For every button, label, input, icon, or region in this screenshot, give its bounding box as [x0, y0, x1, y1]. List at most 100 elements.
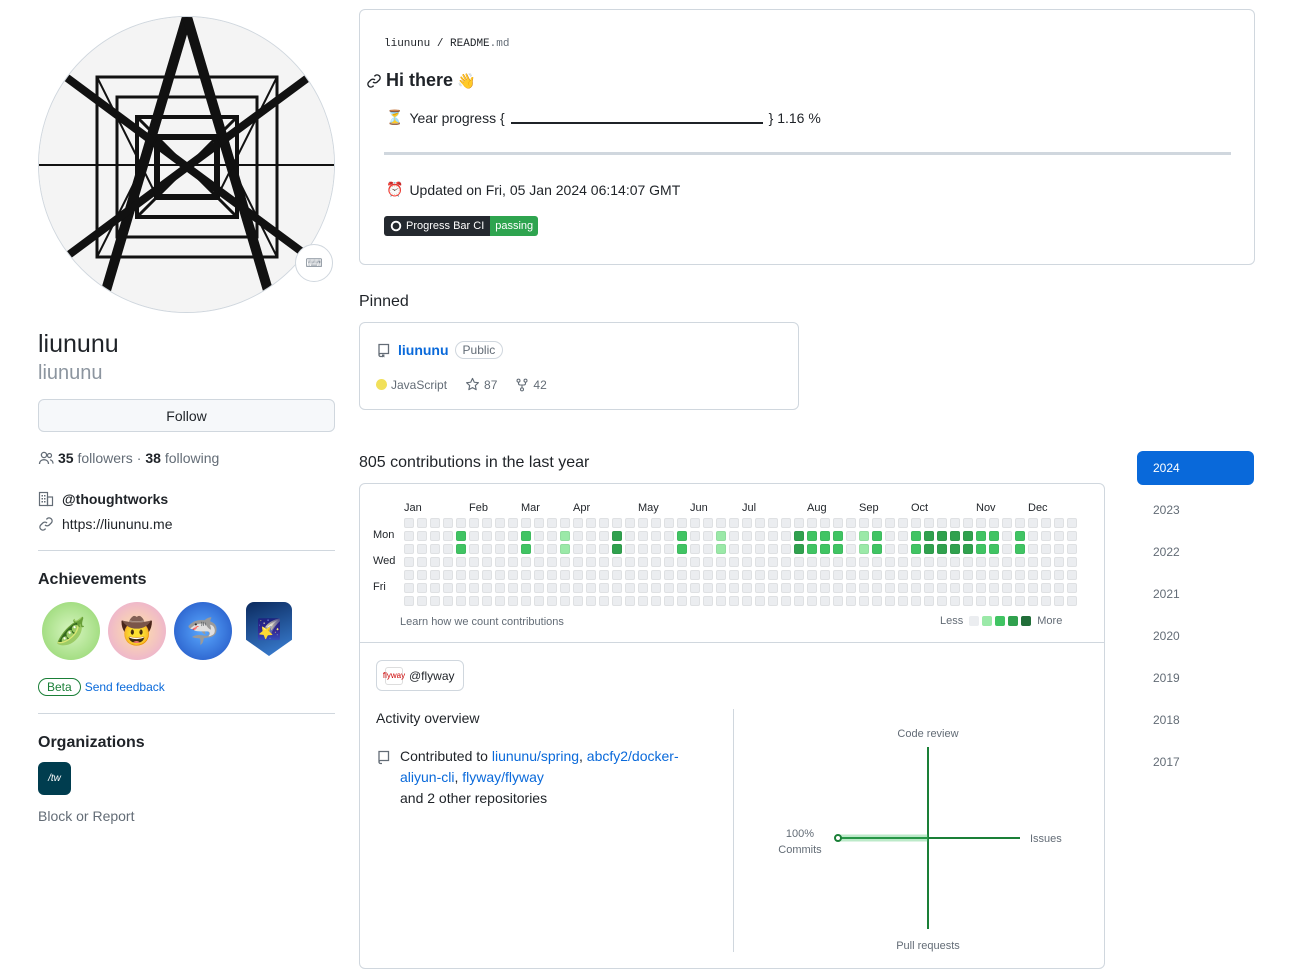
- contribution-day[interactable]: [911, 557, 921, 567]
- contribution-day[interactable]: [417, 531, 427, 541]
- contribution-day[interactable]: [1028, 583, 1038, 593]
- contribution-day[interactable]: [924, 557, 934, 567]
- contribution-day[interactable]: [781, 583, 791, 593]
- contribution-day[interactable]: [1041, 531, 1051, 541]
- contribution-day[interactable]: [963, 544, 973, 554]
- contribution-day[interactable]: [456, 531, 466, 541]
- contribution-day[interactable]: [729, 531, 739, 541]
- contribution-day[interactable]: [664, 557, 674, 567]
- contribution-day[interactable]: [859, 570, 869, 580]
- contribution-day[interactable]: [1015, 596, 1025, 606]
- contribution-day[interactable]: [898, 531, 908, 541]
- contribution-day[interactable]: [443, 557, 453, 567]
- contribution-day[interactable]: [937, 518, 947, 528]
- website-link[interactable]: https://liununu.me: [62, 516, 173, 532]
- contribution-day[interactable]: [456, 557, 466, 567]
- contribution-day[interactable]: [521, 518, 531, 528]
- repo-link[interactable]: liununu/spring: [492, 748, 579, 764]
- contribution-day[interactable]: [794, 518, 804, 528]
- contribution-day[interactable]: [1067, 570, 1077, 580]
- contribution-day[interactable]: [742, 570, 752, 580]
- contribution-day[interactable]: [1028, 531, 1038, 541]
- contribution-day[interactable]: [885, 570, 895, 580]
- learn-contributions-link[interactable]: Learn how we count contributions: [400, 616, 564, 628]
- contribution-day[interactable]: [482, 518, 492, 528]
- repo-link[interactable]: flyway/flyway: [462, 769, 544, 785]
- contribution-day[interactable]: [885, 583, 895, 593]
- contribution-day[interactable]: [1002, 570, 1012, 580]
- contribution-day[interactable]: [833, 518, 843, 528]
- contribution-day[interactable]: [586, 518, 596, 528]
- contribution-day[interactable]: [963, 583, 973, 593]
- contribution-day[interactable]: [716, 518, 726, 528]
- contribution-day[interactable]: [755, 583, 765, 593]
- contribution-day[interactable]: [729, 570, 739, 580]
- contribution-day[interactable]: [651, 544, 661, 554]
- contribution-day[interactable]: [1028, 518, 1038, 528]
- contribution-day[interactable]: [599, 583, 609, 593]
- year-link-2023[interactable]: 2023: [1137, 493, 1254, 527]
- contribution-day[interactable]: [456, 544, 466, 554]
- contribution-day[interactable]: [833, 583, 843, 593]
- contribution-day[interactable]: [651, 583, 661, 593]
- contribution-day[interactable]: [1041, 583, 1051, 593]
- contribution-day[interactable]: [885, 518, 895, 528]
- contribution-day[interactable]: [950, 531, 960, 541]
- contribution-day[interactable]: [846, 583, 856, 593]
- contribution-day[interactable]: [430, 557, 440, 567]
- contribution-day[interactable]: [794, 570, 804, 580]
- contribution-day[interactable]: [846, 596, 856, 606]
- year-link-2020[interactable]: 2020: [1137, 619, 1254, 653]
- contribution-day[interactable]: [729, 596, 739, 606]
- contribution-day[interactable]: [417, 570, 427, 580]
- contribution-day[interactable]: [703, 544, 713, 554]
- contribution-day[interactable]: [963, 557, 973, 567]
- contribution-day[interactable]: [820, 531, 830, 541]
- contribution-day[interactable]: [521, 531, 531, 541]
- contribution-day[interactable]: [417, 557, 427, 567]
- contribution-day[interactable]: [651, 570, 661, 580]
- contribution-day[interactable]: [677, 531, 687, 541]
- pinned-repo-link[interactable]: liununu: [398, 342, 449, 358]
- contribution-day[interactable]: [1067, 557, 1077, 567]
- contribution-day[interactable]: [846, 557, 856, 567]
- contribution-day[interactable]: [703, 557, 713, 567]
- contribution-day[interactable]: [794, 596, 804, 606]
- contribution-day[interactable]: [950, 596, 960, 606]
- contribution-day[interactable]: [456, 570, 466, 580]
- contribution-day[interactable]: [1002, 518, 1012, 528]
- contribution-day[interactable]: [976, 570, 986, 580]
- contribution-day[interactable]: [612, 531, 622, 541]
- contribution-day[interactable]: [989, 518, 999, 528]
- contribution-day[interactable]: [1028, 557, 1038, 567]
- contribution-day[interactable]: [1028, 544, 1038, 554]
- anchor-link-icon[interactable]: [366, 73, 382, 89]
- contribution-day[interactable]: [768, 583, 778, 593]
- contribution-day[interactable]: [456, 583, 466, 593]
- contribution-day[interactable]: [820, 518, 830, 528]
- contribution-day[interactable]: [976, 531, 986, 541]
- contribution-day[interactable]: [469, 544, 479, 554]
- contribution-day[interactable]: [547, 596, 557, 606]
- contribution-day[interactable]: [729, 583, 739, 593]
- contribution-day[interactable]: [716, 583, 726, 593]
- contribution-day[interactable]: [599, 531, 609, 541]
- contribution-day[interactable]: [560, 570, 570, 580]
- contribution-day[interactable]: [417, 544, 427, 554]
- contribution-day[interactable]: [547, 544, 557, 554]
- contribution-day[interactable]: [547, 557, 557, 567]
- contribution-day[interactable]: [1067, 544, 1077, 554]
- contribution-day[interactable]: [898, 557, 908, 567]
- contribution-day[interactable]: [755, 570, 765, 580]
- contribution-day[interactable]: [430, 518, 440, 528]
- contribution-day[interactable]: [872, 557, 882, 567]
- contribution-day[interactable]: [1041, 557, 1051, 567]
- contribution-day[interactable]: [1015, 544, 1025, 554]
- contribution-day[interactable]: [612, 557, 622, 567]
- contribution-day[interactable]: [924, 531, 934, 541]
- contribution-day[interactable]: [1054, 531, 1064, 541]
- contribution-day[interactable]: [443, 596, 453, 606]
- contribution-day[interactable]: [703, 531, 713, 541]
- contribution-day[interactable]: [859, 596, 869, 606]
- contribution-day[interactable]: [781, 518, 791, 528]
